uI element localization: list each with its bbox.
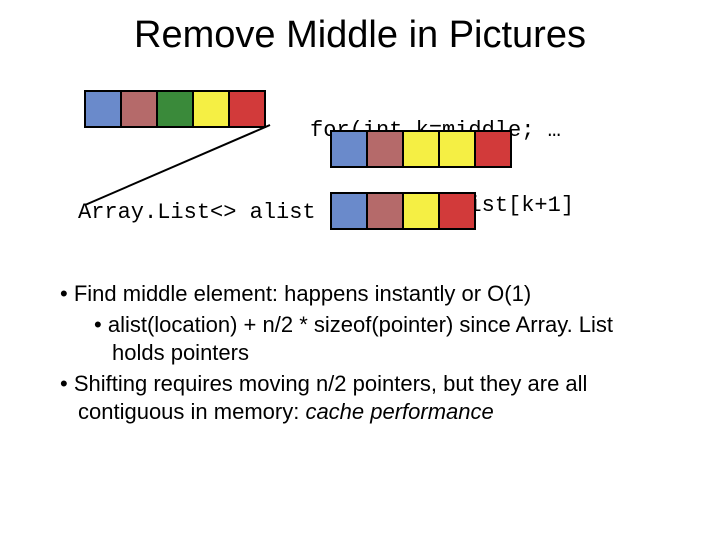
array-cell <box>439 131 475 167</box>
bullet-item: Find middle element: happens instantly o… <box>60 280 670 309</box>
bullet-item: Shifting requires moving n/2 pointers, b… <box>60 370 670 427</box>
array-cell <box>331 131 367 167</box>
array-cell <box>403 193 439 229</box>
bullet-text-italic: cache performance <box>305 399 493 424</box>
array-cell <box>331 193 367 229</box>
array-cell <box>193 91 229 127</box>
pointer-line <box>80 120 300 210</box>
array-cell <box>367 131 403 167</box>
bullet-subitem: alist(location) + n/2 * sizeof(pointer) … <box>60 311 670 368</box>
array-cell <box>85 91 121 127</box>
bullet-list: Find middle element: happens instantly o… <box>60 280 670 429</box>
slide-title: Remove Middle in Pictures <box>0 0 720 57</box>
array-cell <box>439 193 475 229</box>
array-cell <box>367 193 403 229</box>
array-during <box>330 130 512 168</box>
array-cell <box>121 91 157 127</box>
code-arraylist-label: Array.List<> alist <box>78 200 316 225</box>
array-cell <box>229 91 265 127</box>
array-cell <box>475 131 511 167</box>
array-cell <box>157 91 193 127</box>
array-after <box>330 192 476 230</box>
array-cell <box>403 131 439 167</box>
array-before <box>84 90 266 128</box>
